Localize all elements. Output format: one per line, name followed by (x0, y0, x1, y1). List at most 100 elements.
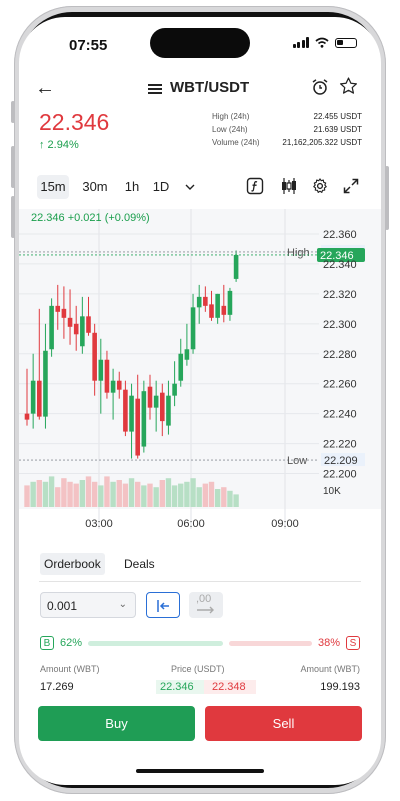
candle-body (123, 389, 128, 432)
volume-up-button (11, 146, 15, 188)
decimal-toggle-button[interactable]: ,00 (189, 592, 223, 618)
candle-body (43, 350, 48, 417)
column-header: Amount (WBT) (40, 664, 100, 674)
y-tick-label: 22.340 (323, 259, 357, 271)
volume-bar (171, 485, 178, 507)
y-tick-label: 22.300 (323, 319, 357, 331)
stat-value: 21.639 USDT (313, 125, 362, 134)
chart-toolbar: 15m 30m 1h 1D (37, 175, 367, 199)
ask-price: 22.348 (212, 681, 246, 693)
candle-body (227, 290, 233, 315)
candle-body (209, 304, 214, 318)
price-level-label: High (287, 247, 310, 259)
arrow-right-icon (197, 606, 214, 614)
candles-icon[interactable] (279, 177, 299, 195)
stat-label: High (24h) (212, 112, 250, 121)
tab-15m[interactable]: 15m (37, 175, 69, 199)
candle-body (67, 317, 73, 327)
header: ← WBT/USDT (19, 75, 381, 105)
candle-body (24, 413, 30, 420)
tab-1d[interactable]: 1D (149, 175, 173, 199)
price-level-label: Low (287, 455, 307, 467)
divider (39, 581, 361, 582)
candle-body (233, 254, 239, 279)
volume-bar (61, 478, 67, 507)
y-tick-label: 22.360 (323, 229, 357, 241)
candle-body (30, 380, 36, 414)
bid-amount: 17.269 (40, 681, 74, 693)
tab-30m[interactable]: 30m (79, 175, 111, 199)
dynamic-island (150, 28, 250, 58)
sell-badge: S (346, 636, 360, 650)
favorite-star-icon[interactable] (338, 76, 359, 96)
buy-button[interactable]: Buy (38, 706, 195, 741)
back-arrow-icon[interactable]: ← (35, 77, 55, 100)
volume-bar (233, 494, 239, 507)
arrow-left-icon (157, 600, 169, 612)
candle-body (73, 323, 79, 335)
candle-body (153, 395, 159, 408)
volume-bar (227, 490, 233, 507)
candle-body (135, 398, 140, 456)
app-screen: 07:55 ← WBT/USDT 22.346 ↑ 2.94% High (24… (19, 17, 381, 785)
volume-bar (214, 489, 221, 507)
y-tick-label: 22.320 (323, 289, 357, 301)
expand-icon[interactable] (343, 178, 359, 194)
volume-bar (55, 487, 61, 507)
bid-price: 22.346 (160, 681, 194, 693)
sell-percent: 38% (317, 637, 340, 649)
y-tick-label: 22.220 (323, 439, 357, 451)
home-indicator (136, 769, 264, 773)
candlestick-chart[interactable]: High22.34822.346Low22.209 22.36022.34022… (19, 209, 381, 545)
candle-body (190, 307, 196, 350)
volume-bar (85, 476, 92, 507)
buy-percent: 62% (60, 637, 83, 649)
volume-bar (153, 487, 159, 507)
volume-bar (98, 485, 104, 507)
candle-body (110, 380, 116, 393)
candle-body (98, 359, 104, 381)
candle-body (184, 349, 190, 360)
silent-switch (11, 101, 15, 123)
orderbook-row[interactable]: 17.269 22.346 22.348 199.193 (40, 679, 360, 695)
price-chart[interactable]: High22.34822.346Low22.209 22.36022.34022… (19, 209, 381, 545)
pair-title[interactable]: WBT/USDT (170, 79, 249, 96)
x-tick-label: 03:00 (85, 518, 113, 530)
volume-bar (116, 480, 122, 507)
tab-1h[interactable]: 1h (121, 175, 143, 199)
candle-body (196, 296, 202, 308)
candle-body (80, 316, 85, 347)
candle-body (215, 293, 220, 318)
tab-deals[interactable]: Deals (120, 553, 159, 575)
x-tick-label: 06:00 (177, 518, 205, 530)
volume-bar (221, 487, 227, 507)
column-header: Price (USDT) (171, 664, 225, 674)
column-header: Amount (WBT) (300, 664, 360, 674)
volume-bar (128, 478, 135, 507)
depth-merge-button[interactable] (146, 592, 180, 618)
buy-badge: B (40, 636, 54, 650)
volume-down-button (11, 196, 15, 238)
y-tick-label: 22.260 (323, 379, 357, 391)
buy-sell-ratio: B 62% 38% S (40, 636, 360, 652)
stat-value: 21,162,205.322 USDT (282, 138, 362, 147)
formula-icon[interactable] (246, 177, 264, 195)
volume-bar (122, 483, 129, 507)
candle-body (61, 308, 67, 318)
alarm-icon[interactable] (311, 78, 329, 96)
volume-bar (73, 483, 79, 507)
volume-bar (30, 481, 36, 507)
sell-button[interactable]: Sell (205, 706, 362, 741)
volume-bar (165, 478, 172, 507)
menu-icon[interactable] (148, 84, 162, 94)
precision-select[interactable]: 0.001 ⌄ (40, 592, 136, 618)
price-level-value: 22.209 (324, 455, 358, 467)
price-change: ↑ 2.94% (39, 139, 79, 151)
volume-bar (91, 481, 98, 507)
candle-body (221, 305, 227, 315)
candle-body (203, 296, 208, 306)
volume-bar (36, 480, 42, 507)
gear-icon[interactable] (311, 177, 329, 195)
chevron-down-icon[interactable] (185, 183, 195, 191)
tab-orderbook[interactable]: Orderbook (40, 553, 105, 575)
